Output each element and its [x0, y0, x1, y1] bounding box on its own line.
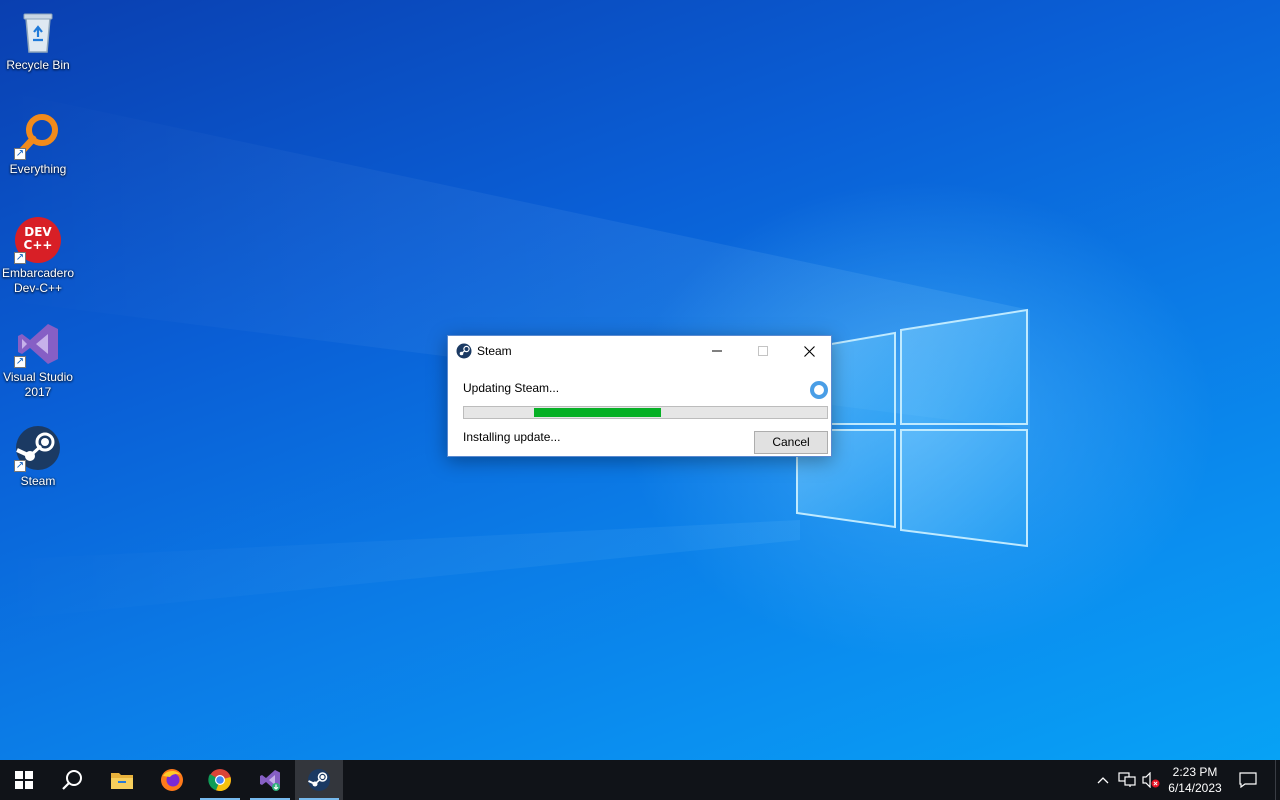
desktop-icon-label-line1: Embarcadero	[1, 266, 75, 280]
taskbar-search-button[interactable]	[48, 760, 96, 800]
desktop: Recycle Bin ↗ Everything DEV C++ ↗ Embar…	[0, 0, 1280, 760]
clock-date: 6/14/2023	[1168, 781, 1222, 795]
shortcut-arrow-icon: ↗	[14, 148, 26, 160]
recycle-bin-icon	[14, 8, 62, 56]
maximize-button[interactable]	[740, 336, 786, 366]
show-desktop-button[interactable]	[1275, 760, 1280, 800]
file-explorer-icon	[111, 773, 133, 789]
firefox-icon	[161, 769, 183, 791]
dialog-title: Steam	[477, 344, 512, 358]
loading-spinner-icon	[809, 380, 829, 400]
network-icon	[1118, 772, 1136, 787]
desktop-icon-label-line1: Visual Studio	[3, 370, 73, 384]
cancel-button[interactable]: Cancel	[754, 431, 828, 454]
action-center-icon	[1239, 772, 1257, 788]
start-icon	[15, 771, 33, 789]
start-button[interactable]	[0, 760, 48, 800]
update-progress-bar	[463, 406, 828, 419]
clock-time: 2:23 PM	[1172, 765, 1218, 779]
shortcut-arrow-icon: ↗	[14, 252, 26, 264]
desktop-icon-devcpp[interactable]: DEV C++ ↗ Embarcadero Dev-C++	[0, 216, 76, 296]
taskbar-firefox[interactable]	[148, 760, 196, 800]
show-hidden-icons-button[interactable]	[1092, 760, 1114, 800]
desktop-icon-label-line2: Dev-C++	[13, 281, 63, 295]
steam-icon	[456, 343, 472, 359]
taskbar: 2:23 PM 6/14/2023	[0, 760, 1280, 800]
install-status-text: Installing update...	[463, 430, 561, 444]
volume-muted-icon	[1142, 772, 1160, 788]
desktop-icon-steam[interactable]: ↗ Steam	[0, 424, 76, 489]
system-clock[interactable]: 2:23 PM 6/14/2023	[1162, 764, 1228, 796]
desktop-icon-label-line2: 2017	[24, 385, 52, 399]
network-status[interactable]	[1116, 760, 1138, 800]
steam-update-dialog: Steam Updating Steam... Installing updat…	[447, 335, 832, 457]
devcpp-badge-text: DEV C++	[23, 225, 53, 252]
shortcut-arrow-icon: ↗	[14, 460, 26, 472]
taskbar-visual-studio-installer[interactable]	[246, 760, 294, 800]
taskbar-file-explorer[interactable]	[98, 760, 146, 800]
steam-icon	[308, 769, 330, 791]
search-icon	[62, 770, 82, 790]
chevron-up-icon	[1097, 777, 1109, 784]
taskbar-steam[interactable]	[295, 760, 343, 800]
close-icon	[803, 345, 815, 357]
action-center-button[interactable]	[1234, 760, 1262, 800]
steam-icon: ↗	[14, 424, 62, 472]
close-button[interactable]	[786, 336, 832, 366]
volume-control[interactable]	[1140, 760, 1162, 800]
desktop-icon-visual-studio[interactable]: ↗ Visual Studio 2017	[0, 320, 76, 400]
everything-search-icon: ↗	[14, 112, 62, 160]
desktop-icon-label: Recycle Bin	[6, 58, 70, 72]
shortcut-arrow-icon: ↗	[14, 356, 26, 368]
minimize-button[interactable]	[694, 336, 740, 366]
chrome-icon	[208, 769, 231, 792]
progress-bar-fill	[534, 408, 661, 417]
taskbar-chrome[interactable]	[196, 760, 244, 800]
visual-studio-icon: ↗	[14, 320, 62, 368]
desktop-icon-recycle-bin[interactable]: Recycle Bin	[0, 8, 76, 73]
devcpp-icon: DEV C++ ↗	[14, 216, 62, 264]
visual-studio-installer-icon	[260, 770, 280, 791]
dialog-titlebar[interactable]: Steam	[448, 336, 831, 366]
desktop-icon-label: Everything	[9, 162, 67, 176]
minimize-icon	[712, 350, 722, 352]
desktop-icon-label: Steam	[20, 474, 56, 488]
desktop-icon-everything[interactable]: ↗ Everything	[0, 112, 76, 177]
update-status-text: Updating Steam...	[463, 381, 560, 395]
maximize-icon	[758, 346, 768, 356]
